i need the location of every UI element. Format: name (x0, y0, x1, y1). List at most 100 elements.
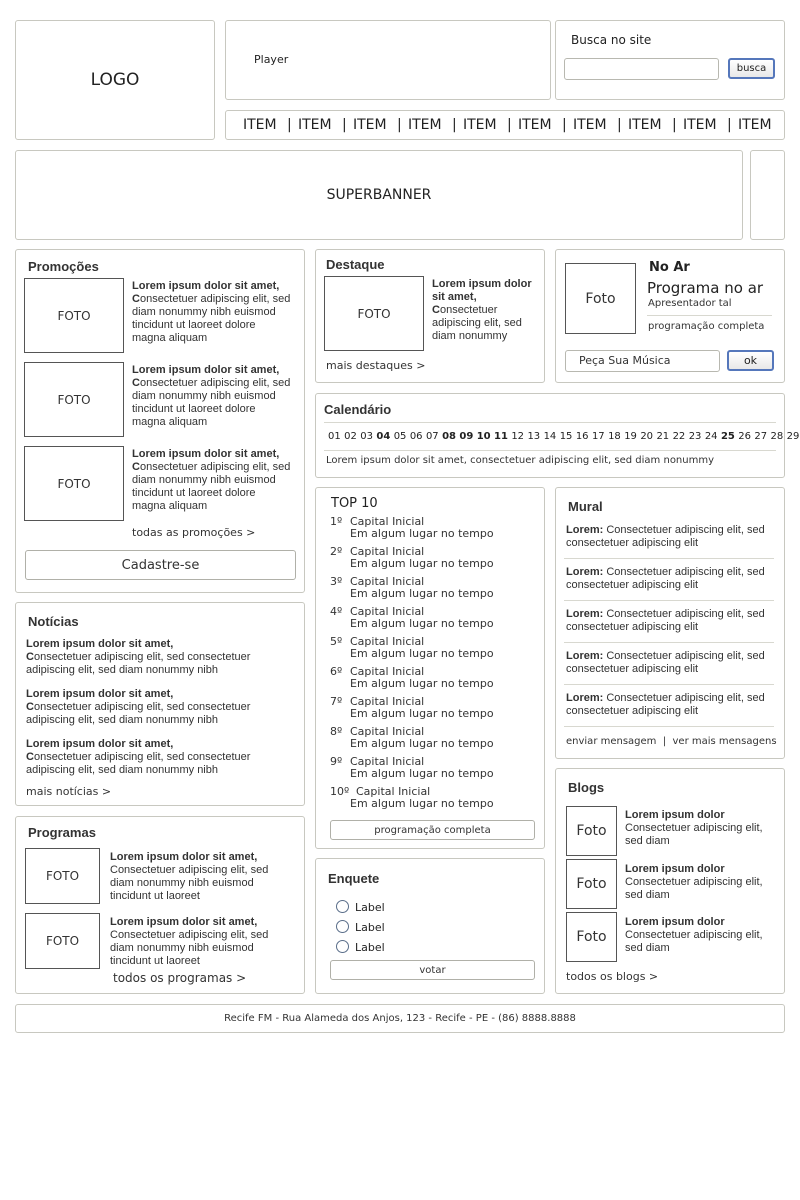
promo-item[interactable]: Lorem ipsum dolor sit amet, Consectetuer … (132, 448, 292, 513)
promocoes-more-link[interactable]: todas as promoções > (132, 526, 255, 539)
calendar-day[interactable]: 29 (787, 431, 800, 442)
nav-item-9[interactable]: ITEM (683, 117, 717, 133)
superbanner[interactable]: SUPERBANNER (15, 150, 743, 240)
calendar-day[interactable]: 21 (656, 431, 669, 442)
calendar-day[interactable]: 20 (640, 431, 653, 442)
blog-item[interactable]: Lorem ipsum dolor Consectetuer adipiscing… (625, 916, 775, 955)
send-message-link[interactable]: enviar mensagem (566, 736, 656, 747)
calendar-day[interactable]: 18 (608, 431, 621, 442)
promo-photo[interactable]: FOTO (24, 362, 124, 437)
top10-song[interactable]: Em algum lugar no tempo (350, 738, 494, 750)
promo-photo[interactable]: FOTO (24, 446, 124, 521)
calendar-day[interactable]: 25 (721, 431, 735, 442)
calendar-day[interactable]: 01 (328, 431, 341, 442)
blog-photo[interactable]: Foto (566, 806, 617, 856)
search-box: Busca no site busca (555, 20, 785, 100)
top10-song[interactable]: Em algum lugar no tempo (350, 798, 494, 810)
top10-song[interactable]: Em algum lugar no tempo (350, 678, 494, 690)
news-item[interactable]: Lorem ipsum dolor sit amet, Consectetuer … (26, 638, 296, 677)
calendar-day[interactable]: 17 (592, 431, 605, 442)
calendar-day[interactable]: 14 (544, 431, 557, 442)
more-messages-link[interactable]: ver mais mensagens (673, 736, 777, 747)
nav-item-6[interactable]: ITEM (518, 117, 552, 133)
nav-item-3[interactable]: ITEM (353, 117, 387, 133)
calendar-day[interactable]: 27 (754, 431, 767, 442)
logo[interactable]: LOGO (15, 20, 215, 140)
no-ar-schedule-link[interactable]: programação completa (648, 321, 764, 332)
top10-song[interactable]: Em algum lugar no tempo (350, 528, 494, 540)
calendar-day[interactable]: 04 (376, 431, 390, 442)
top10-schedule-button[interactable]: programação completa (330, 820, 535, 840)
calendar-day[interactable]: 15 (560, 431, 573, 442)
top10-song[interactable]: Em algum lugar no tempo (350, 648, 494, 660)
program-photo[interactable]: FOTO (25, 848, 100, 904)
program-headline: Lorem ipsum dolor sit amet, (110, 916, 258, 928)
destaque-more-link[interactable]: mais destaques > (326, 359, 425, 372)
nav-item-2[interactable]: ITEM (298, 117, 332, 133)
mural-message[interactable]: Lorem: Consectetuer adipiscing elit, sed… (566, 566, 778, 592)
top10-song[interactable]: Em algum lugar no tempo (350, 558, 494, 570)
news-item[interactable]: Lorem ipsum dolor sit amet, Consectetuer … (26, 688, 296, 727)
promo-item[interactable]: Lorem ipsum dolor sit amet, Consectetuer … (132, 280, 292, 345)
program-item[interactable]: Lorem ipsum dolor sit amet, Consectetuer … (110, 851, 290, 903)
calendar-day[interactable]: 07 (426, 431, 439, 442)
mural-message[interactable]: Lorem: Consectetuer adipiscing elit, sed… (566, 692, 778, 718)
nav-item-5[interactable]: ITEM (463, 117, 497, 133)
top10-song[interactable]: Em algum lugar no tempo (350, 768, 494, 780)
song-request-button[interactable]: ok (727, 350, 774, 371)
search-button[interactable]: busca (728, 58, 775, 79)
blog-photo[interactable]: Foto (566, 859, 617, 909)
calendar-day[interactable]: 03 (360, 431, 373, 442)
top10-song[interactable]: Em algum lugar no tempo (350, 618, 494, 630)
blog-item[interactable]: Lorem ipsum dolor Consectetuer adipiscing… (625, 863, 775, 902)
blog-photo[interactable]: Foto (566, 912, 617, 962)
calendar-day[interactable]: 16 (576, 431, 589, 442)
nav-item-10[interactable]: ITEM (738, 117, 772, 133)
promo-photo[interactable]: FOTO (24, 278, 124, 353)
program-item[interactable]: Lorem ipsum dolor sit amet, Consectetuer … (110, 916, 290, 968)
no-ar-photo[interactable]: Foto (565, 263, 636, 334)
calendar-day[interactable]: 02 (344, 431, 357, 442)
signup-button[interactable]: Cadastre-se (25, 550, 296, 580)
promo-item[interactable]: Lorem ipsum dolor sit amet, Consectetuer … (132, 364, 292, 429)
banner-side[interactable] (750, 150, 785, 240)
poll-radio[interactable] (336, 920, 349, 933)
player[interactable]: Player (225, 20, 551, 100)
song-request-input[interactable]: Peça Sua Música (565, 350, 720, 372)
poll-radio[interactable] (336, 940, 349, 953)
blog-item[interactable]: Lorem ipsum dolor Consectetuer adipiscing… (625, 809, 775, 848)
calendar-day[interactable]: 06 (410, 431, 423, 442)
vote-button[interactable]: votar (330, 960, 535, 980)
top10-song[interactable]: Em algum lugar no tempo (350, 708, 494, 720)
calendar-day[interactable]: 12 (511, 431, 524, 442)
mural-message[interactable]: Lorem: Consectetuer adipiscing elit, sed… (566, 608, 778, 634)
top10-song[interactable]: Em algum lugar no tempo (350, 588, 494, 600)
calendar-day[interactable]: 22 (673, 431, 686, 442)
nav-item-7[interactable]: ITEM (573, 117, 607, 133)
calendar-day[interactable]: 23 (689, 431, 702, 442)
calendar-day[interactable]: 26 (738, 431, 751, 442)
calendar-day[interactable]: 28 (771, 431, 784, 442)
calendar-day[interactable]: 13 (527, 431, 540, 442)
news-item[interactable]: Lorem ipsum dolor sit amet, Consectetuer … (26, 738, 296, 777)
calendar-day[interactable]: 05 (394, 431, 407, 442)
destaque-item[interactable]: Lorem ipsum dolor sit amet, Consectetuer … (432, 278, 537, 343)
programas-more-link[interactable]: todos os programas > (113, 971, 246, 985)
calendar-day[interactable]: 19 (624, 431, 637, 442)
nav-item-4[interactable]: ITEM (408, 117, 442, 133)
calendar-day[interactable]: 11 (494, 431, 508, 442)
blogs-more-link[interactable]: todos os blogs > (566, 970, 658, 983)
calendar-day[interactable]: 10 (477, 431, 491, 442)
program-photo[interactable]: FOTO (25, 913, 100, 969)
mural-message[interactable]: Lorem: Consectetuer adipiscing elit, sed… (566, 650, 778, 676)
poll-radio[interactable] (336, 900, 349, 913)
noticias-more-link[interactable]: mais notícias > (26, 785, 111, 798)
nav-item-8[interactable]: ITEM (628, 117, 662, 133)
search-input[interactable] (564, 58, 719, 80)
mural-message[interactable]: Lorem: Consectetuer adipiscing elit, sed… (566, 524, 778, 550)
calendar-day[interactable]: 24 (705, 431, 718, 442)
destaque-photo[interactable]: FOTO (324, 276, 424, 351)
calendar-day[interactable]: 09 (459, 431, 473, 442)
calendar-day[interactable]: 08 (442, 431, 456, 442)
nav-item-1[interactable]: ITEM (243, 117, 277, 133)
